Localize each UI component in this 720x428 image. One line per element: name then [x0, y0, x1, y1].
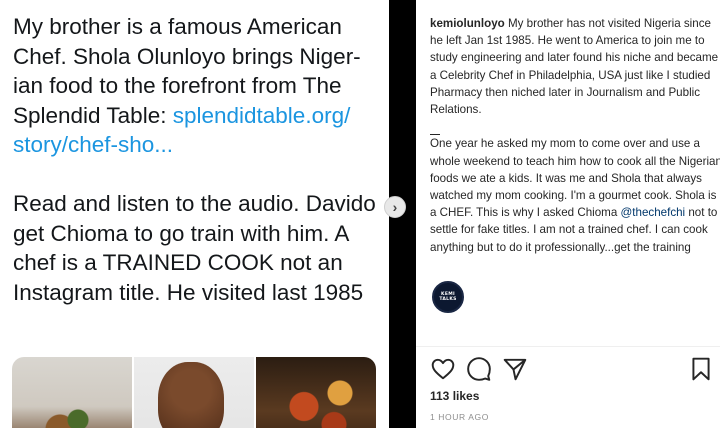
- post-timestamp[interactable]: 1 HOUR AGO: [430, 412, 489, 422]
- tweet-media[interactable]: [12, 357, 376, 428]
- caption-separator: [430, 118, 440, 136]
- caption-text-1: My brother has not visited Nigeria since…: [430, 17, 719, 117]
- caption-first-paragraph: kemiolunloyo My brother has not visited …: [430, 15, 720, 118]
- bookmark-icon[interactable]: [688, 356, 714, 382]
- tweet-body: My brother is a famous American Chef. Sh…: [13, 12, 385, 337]
- like-count[interactable]: 113 likes: [430, 389, 479, 403]
- chevron-right-icon[interactable]: ›: [384, 196, 406, 218]
- caption-second-paragraph: One year he asked my mom to come over an…: [430, 135, 720, 255]
- caption-mention-link[interactable]: @thechefchi: [621, 206, 686, 219]
- food-dish-photo[interactable]: [256, 357, 376, 428]
- share-icon[interactable]: [502, 356, 528, 382]
- post-caption: kemiolunloyo My brother has not visited …: [430, 15, 720, 345]
- comment-icon[interactable]: [466, 356, 492, 382]
- tweet-paragraph-1: My brother is a famous American Chef. Sh…: [13, 12, 385, 160]
- caption-username[interactable]: kemiolunloyo: [430, 17, 505, 30]
- chef-portrait-photo[interactable]: [134, 357, 254, 428]
- actions-divider: [416, 346, 720, 347]
- heart-icon[interactable]: [430, 356, 456, 382]
- avatar[interactable]: KEMI TALKS: [432, 281, 464, 313]
- tweet-panel: My brother is a famous American Chef. Sh…: [0, 0, 389, 428]
- post-actions: [416, 352, 720, 384]
- instagram-post-panel: kemiolunloyo My brother has not visited …: [416, 0, 720, 428]
- caption-fade: [416, 328, 720, 346]
- tweet-paragraph-2: Read and listen to the audio. Davido get…: [13, 191, 376, 305]
- avatar-text-2: TALKS: [439, 297, 457, 302]
- food-plate-photo[interactable]: [12, 357, 132, 428]
